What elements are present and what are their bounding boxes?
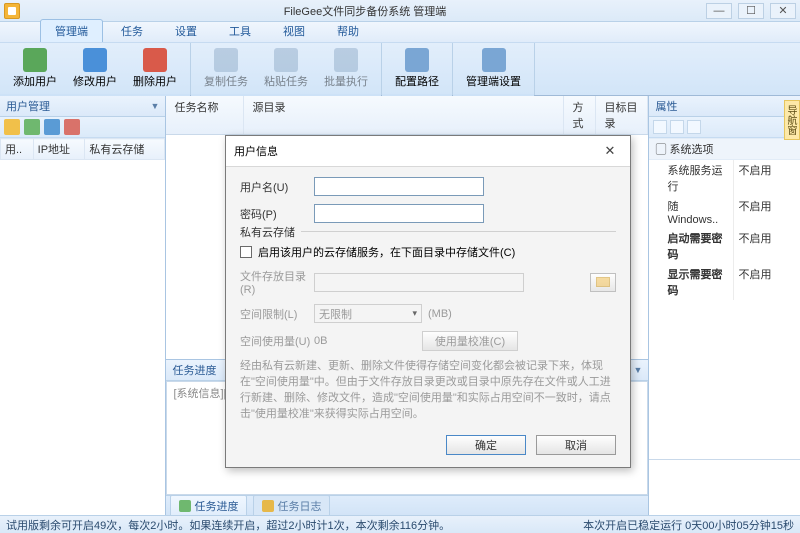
spacelimit-value: 无限制 <box>319 306 352 322</box>
user-info-dialog: 用户信息 ✕ 用户名(U) 密码(P) 私有云存储 启用该用户的云存储服务，在下… <box>225 135 631 468</box>
username-label: 用户名(U) <box>240 179 314 195</box>
spaceused-value: 0B <box>314 335 422 347</box>
modal-overlay: 用户信息 ✕ 用户名(U) 密码(P) 私有云存储 启用该用户的云存储服务，在下… <box>0 0 800 533</box>
status-left: 试用版剩余可开启49次，每次2小时。如果连续开启，超过2小时计1次，本次剩余11… <box>6 517 450 533</box>
enable-cloud-checkbox[interactable] <box>240 246 252 258</box>
browse-button <box>590 273 616 292</box>
calibrate-button: 使用量校准(C) <box>422 331 518 351</box>
cancel-button[interactable]: 取消 <box>536 435 616 455</box>
chevron-down-icon: ▾ <box>412 308 417 319</box>
cloud-storage-fieldset: 私有云存储 启用该用户的云存储服务，在下面目录中存储文件(C) 文件存放目录(R… <box>240 231 616 423</box>
folder-icon <box>596 277 610 287</box>
status-right: 本次开启已稳定运行 0天00小时05分钟15秒 <box>583 517 794 533</box>
storedir-label: 文件存放目录(R) <box>240 268 314 296</box>
dialog-note: 经由私有云新建、更新、删除文件使得存储空间变化都会被记录下来，体现在"空间使用量… <box>240 359 616 423</box>
spacelimit-unit: (MB) <box>428 308 452 320</box>
enable-cloud-label: 启用该用户的云存储服务，在下面目录中存储文件(C) <box>258 244 515 260</box>
password-input[interactable] <box>314 204 484 223</box>
spaceused-label: 空间使用量(U) <box>240 333 314 349</box>
password-label: 密码(P) <box>240 206 314 222</box>
fieldset-legend: 私有云存储 <box>240 224 301 240</box>
username-input[interactable] <box>314 177 484 196</box>
spacelimit-label: 空间限制(L) <box>240 306 314 322</box>
status-bar: 试用版剩余可开启49次，每次2小时。如果连续开启，超过2小时计1次，本次剩余11… <box>0 515 800 533</box>
dialog-close-button[interactable]: ✕ <box>598 142 622 160</box>
storedir-input <box>314 273 524 292</box>
ok-button[interactable]: 确定 <box>446 435 526 455</box>
dialog-titlebar: 用户信息 ✕ <box>226 136 630 167</box>
dialog-title: 用户信息 <box>234 143 278 159</box>
spacelimit-select: 无限制 ▾ <box>314 304 422 323</box>
